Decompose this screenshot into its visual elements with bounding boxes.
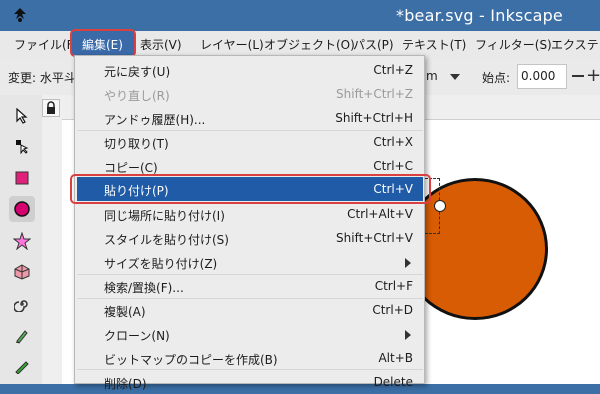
vertical-ruler: [42, 95, 63, 384]
node-handle[interactable]: [434, 200, 446, 212]
menu-view[interactable]: 表示(V): [140, 36, 182, 53]
title-bar: *bear.svg - Inkscape: [0, 0, 600, 31]
menu-item-delete[interactable]: 削除(D) Delete: [77, 370, 423, 394]
menu-item-make-bitmap-copy[interactable]: ビットマップのコピーを作成(B) Alt+B: [77, 346, 423, 370]
menu-file[interactable]: ファイル(F): [14, 36, 78, 53]
menu-layer[interactable]: レイヤー(L): [200, 36, 264, 53]
menu-item-redo: やり直し(R) Shift+Ctrl+Z: [104, 87, 413, 103]
menu-filter[interactable]: フィルター(S): [475, 36, 552, 53]
plus-icon[interactable]: +: [586, 67, 600, 85]
inkscape-logo-icon: [14, 8, 26, 22]
menu-item-paste-size[interactable]: サイズを貼り付け(Z): [77, 250, 423, 274]
menu-object[interactable]: オブジェクト(O): [264, 36, 355, 53]
chevron-down-icon[interactable]: [450, 74, 460, 80]
menu-item-paste[interactable]: 貼り付け(P) Ctrl+V: [77, 177, 423, 201]
star-icon[interactable]: [9, 228, 35, 254]
chevron-right-icon: [405, 330, 411, 340]
edit-menu-dropdown: 元に戻す(U) Ctrl+Z やり直し(R) Shift+Ctrl+Z アンドゥ…: [74, 55, 425, 391]
node-icon[interactable]: [9, 133, 35, 159]
spiral-icon[interactable]: [9, 291, 35, 317]
menu-item-copy[interactable]: コピー(C) Ctrl+C: [77, 154, 423, 178]
ellipse-icon[interactable]: [9, 196, 35, 222]
selector-icon[interactable]: [9, 103, 35, 129]
pen-icon[interactable]: [9, 353, 35, 379]
minus-icon[interactable]: [572, 75, 584, 77]
start-label: 始点:: [482, 71, 511, 85]
menu-item-cut[interactable]: 切り取り(T) Ctrl+X: [77, 130, 423, 154]
menu-item-clone[interactable]: クローン(N): [77, 322, 423, 346]
chevron-right-icon: [405, 258, 411, 268]
menu-item-paste-in-place[interactable]: 同じ場所に貼り付け(I) Ctrl+Alt+V: [77, 202, 423, 226]
menu-item-undo[interactable]: 元に戻す(U) Ctrl+Z: [77, 58, 423, 82]
unit-value: m: [426, 69, 438, 83]
menu-item-find-replace[interactable]: 検索/置換(F)... Ctrl+F: [77, 274, 423, 298]
menu-path[interactable]: パス(P): [353, 36, 394, 53]
pencil-icon[interactable]: [9, 323, 35, 349]
rect-icon[interactable]: [9, 165, 35, 191]
transform-label: 変更: 水平斗: [8, 71, 76, 85]
menu-extensions[interactable]: エクステンシ: [551, 36, 600, 53]
menu-item-duplicate[interactable]: 複製(A) Ctrl+D: [77, 298, 423, 322]
toolbox: [0, 95, 43, 384]
box3d-icon[interactable]: [9, 259, 35, 285]
menu-text[interactable]: テキスト(T): [402, 36, 466, 53]
lock-icon: [47, 101, 55, 114]
menu-item-undo-history[interactable]: アンドゥ履歴(H)... Shift+Ctrl+H: [77, 106, 423, 130]
guide-lock[interactable]: [42, 99, 60, 117]
menu-edit[interactable]: 編集(E): [82, 36, 123, 53]
start-value: 0.000: [521, 69, 556, 83]
window-title: *bear.svg - Inkscape: [396, 6, 563, 25]
menu-item-paste-style[interactable]: スタイルを貼り付け(S) Shift+Ctrl+V: [77, 226, 423, 250]
